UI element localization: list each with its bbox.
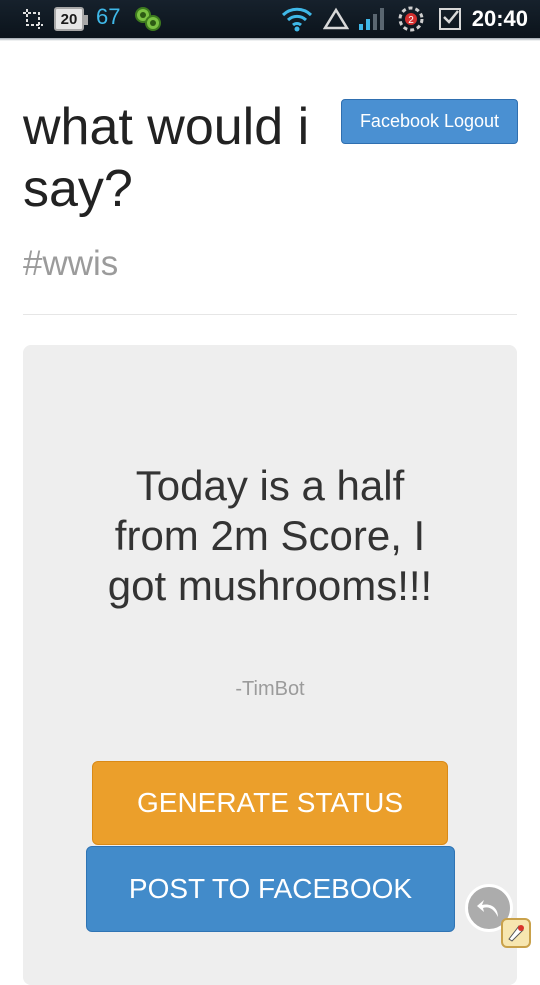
post-to-facebook-button[interactable]: POST TO FACEBOOK: [86, 846, 455, 932]
generate-status-button[interactable]: GENERATE STATUS: [92, 761, 448, 845]
warning-triangle-icon: [322, 6, 350, 32]
crop-icon: [20, 6, 46, 32]
page-title: what would i say?: [23, 98, 310, 218]
generated-status: Today is a half from 2m Score, I got mus…: [23, 461, 517, 611]
status-bar: 20 67 2 20:40: [0, 0, 540, 38]
attribution: -TimBot: [235, 678, 305, 700]
status-text: Today is a half from 2m Score, I got mus…: [107, 462, 433, 609]
calendar-icon: 20: [54, 7, 88, 31]
curved-arrow-icon: [477, 900, 498, 917]
signal-icon: [356, 6, 388, 32]
wifi-icon: [280, 6, 314, 32]
clock: 20:40: [471, 6, 528, 31]
app-shortcut-icon[interactable]: [501, 918, 531, 948]
facebook-logout-button[interactable]: Facebook Logout: [341, 99, 518, 144]
divider: [23, 314, 517, 315]
sync-badge: 2: [408, 15, 414, 26]
status-bar-shadow: [0, 38, 540, 41]
hashtag: #wwis: [23, 244, 119, 283]
sync-icon: 2: [396, 6, 426, 32]
calendar-date: 20: [60, 10, 78, 28]
notification-count: 67: [96, 4, 121, 29]
checkbox-icon: [437, 6, 463, 32]
app-icon: [132, 6, 164, 32]
